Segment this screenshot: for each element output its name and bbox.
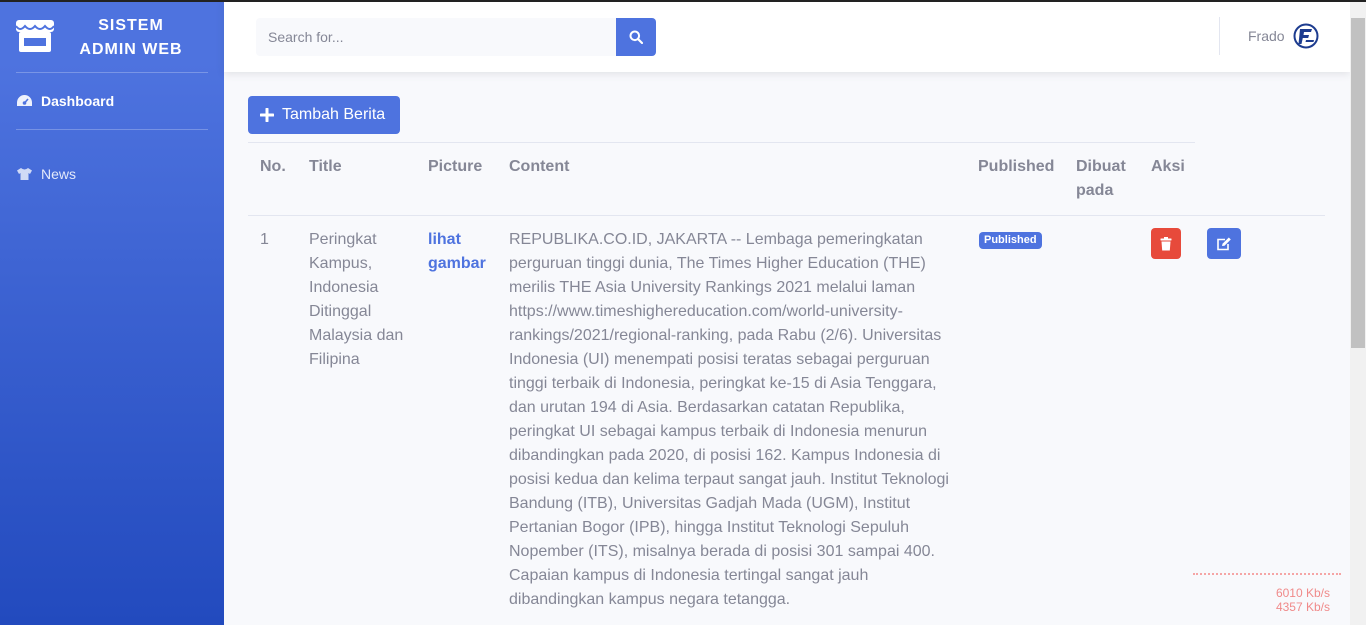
topbar: Frado (224, 0, 1350, 72)
store-icon (15, 20, 55, 52)
search-input[interactable] (256, 18, 616, 56)
scrollbar-thumb[interactable] (1351, 18, 1365, 348)
table-top-border (248, 142, 1195, 143)
search-group (256, 18, 656, 56)
column-header-title: Title (309, 158, 342, 175)
table-header-border (248, 215, 1325, 216)
view-picture-link[interactable]: lihat gambar (428, 231, 486, 272)
search-button[interactable] (616, 18, 656, 56)
status-badge: Published (979, 232, 1042, 249)
brand-line-2: ADMIN WEB (79, 41, 183, 58)
sidebar-divider (16, 129, 208, 130)
sidebar: SISTEM ADMIN WEB Dashboard News (0, 0, 224, 625)
column-header-no: No. (260, 158, 286, 175)
search-icon (629, 30, 643, 44)
network-upload-speed: 4357 Kb/s (1275, 600, 1330, 614)
topbar-divider (1219, 17, 1220, 55)
column-header-picture: Picture (428, 158, 483, 175)
row-number: 1 (260, 231, 269, 248)
plus-icon (260, 108, 274, 122)
network-graph-line (1193, 573, 1341, 576)
avatar[interactable] (1292, 22, 1320, 50)
delete-button[interactable] (1151, 228, 1181, 259)
tachometer-icon (17, 95, 32, 106)
tshirt-icon (17, 168, 32, 180)
edit-icon (1217, 237, 1231, 250)
add-news-label: Tambah Berita (282, 106, 386, 123)
row-content: REPUBLIKA.CO.ID, JAKARTA -- Lembaga peme… (509, 231, 949, 608)
add-news-button[interactable]: Tambah Berita (248, 96, 400, 134)
row-title: Peringkat Kampus, Indonesia Ditinggal Ma… (309, 231, 404, 368)
brand-title: SISTEM ADMIN WEB (66, 14, 196, 62)
sidebar-divider (16, 72, 208, 73)
user-name[interactable]: Frado (1248, 28, 1285, 44)
network-download-speed: 6010 Kb/s (1275, 586, 1330, 600)
sidebar-item-label: Dashboard (41, 93, 115, 109)
column-header-created-at: Dibuat pada (1076, 158, 1126, 199)
window-top-border (0, 0, 1366, 2)
sidebar-brand[interactable]: SISTEM ADMIN WEB (0, 0, 224, 72)
brand-line-1: SISTEM (98, 17, 164, 34)
edit-button[interactable] (1207, 228, 1241, 259)
sidebar-item-news[interactable]: News (16, 162, 76, 186)
sidebar-item-label: News (41, 166, 77, 182)
trash-icon (1160, 236, 1172, 250)
column-header-content: Content (509, 158, 570, 175)
column-header-actions: Aksi (1151, 158, 1185, 175)
sidebar-item-dashboard[interactable]: Dashboard (16, 89, 114, 113)
column-header-published: Published (978, 158, 1055, 175)
